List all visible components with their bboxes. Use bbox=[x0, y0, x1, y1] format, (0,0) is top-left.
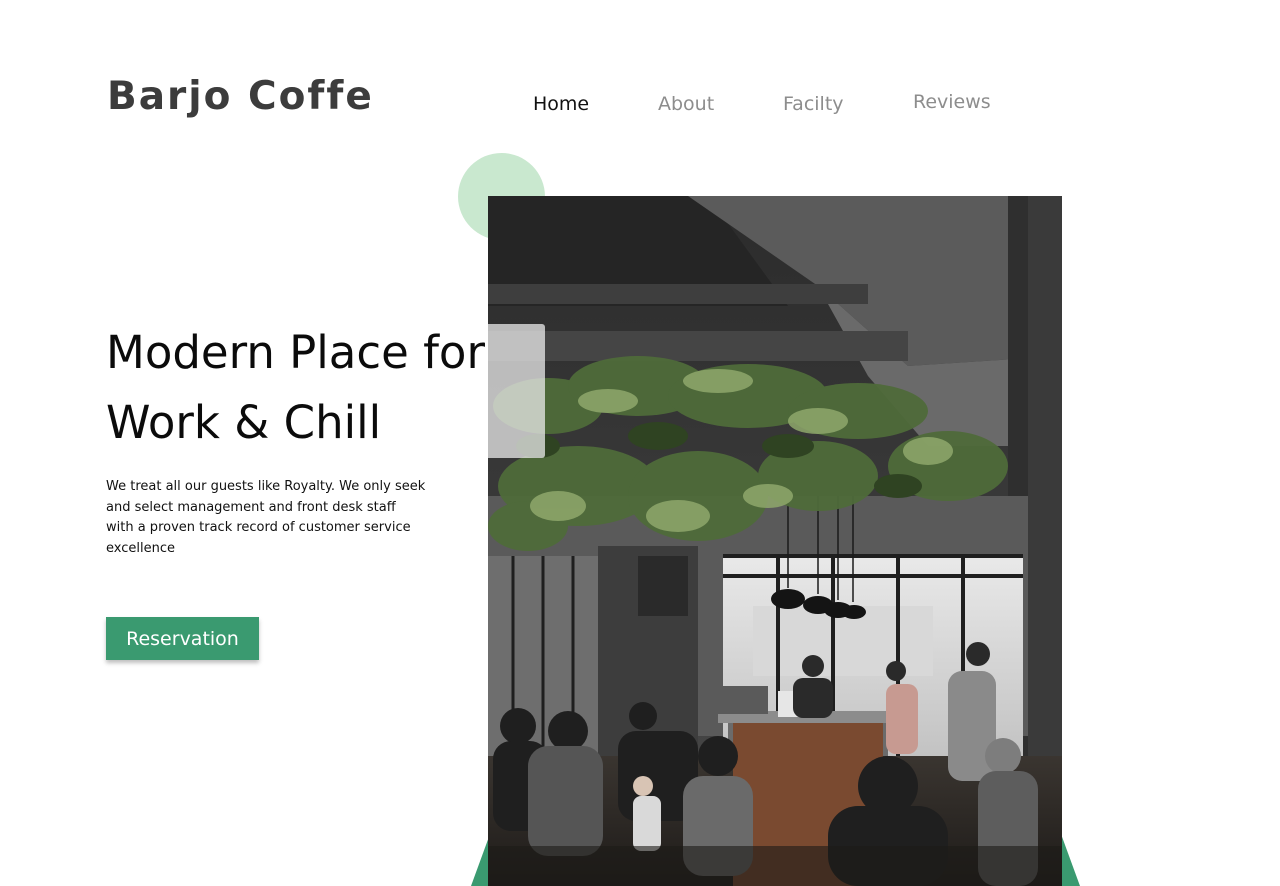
hero-title-line-2: Work & Chill bbox=[106, 396, 382, 449]
hero-title: Modern Place for Work & Chill bbox=[106, 318, 485, 458]
reservation-button[interactable]: Reservation bbox=[106, 617, 259, 660]
nav-reviews[interactable]: Reviews bbox=[913, 91, 991, 113]
nav-facility[interactable]: Facilty bbox=[783, 93, 844, 115]
nav-about[interactable]: About bbox=[658, 93, 714, 115]
nav-home[interactable]: Home bbox=[533, 93, 589, 115]
frosted-glass-panel bbox=[488, 324, 545, 458]
hero-title-line-1: Modern Place for bbox=[106, 326, 485, 379]
main-nav: Home About Facilty Reviews bbox=[0, 91, 1280, 122]
hero-description: We treat all our guests like Royalty. We… bbox=[106, 479, 426, 556]
cafe-hero-photo bbox=[488, 196, 1062, 886]
